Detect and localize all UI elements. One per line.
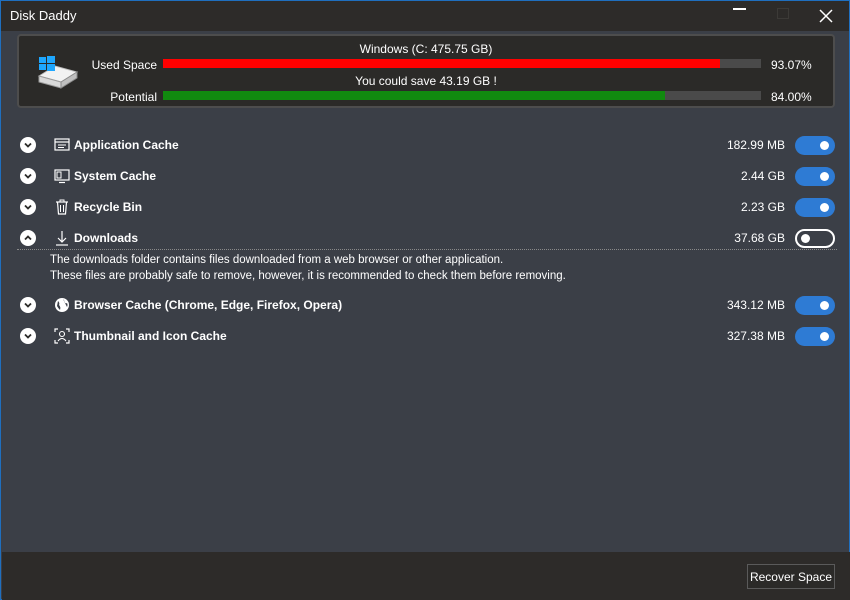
title-bar: Disk Daddy [1, 1, 849, 31]
maximize-button[interactable] [761, 1, 805, 31]
potential-fill [163, 91, 666, 100]
footer-bar: Recover Space [2, 552, 850, 600]
window-title: Disk Daddy [10, 8, 77, 23]
recycle-bin-icon [56, 199, 68, 215]
chevron-down-icon [24, 333, 32, 339]
category-toggle[interactable] [795, 136, 835, 155]
category-size: 2.23 GB [740, 200, 785, 214]
category-toggle[interactable] [795, 167, 835, 186]
expand-button[interactable] [20, 297, 36, 313]
collapse-button[interactable] [20, 230, 36, 246]
used-space-label: Used Space [91, 58, 157, 72]
drive-title: Windows (C: 475.75 GB) [359, 42, 493, 56]
category-row-recycle-bin: Recycle Bin 2.23 GB [17, 195, 837, 219]
chevron-down-icon [24, 204, 32, 210]
system-cache-icon [54, 169, 70, 184]
used-space-percent: 93.07% [771, 58, 812, 72]
minimize-button[interactable] [717, 1, 761, 31]
app-cache-icon [54, 138, 70, 151]
category-label: Application Cache [74, 138, 179, 152]
close-button[interactable] [804, 1, 848, 31]
chevron-down-icon [24, 302, 32, 308]
category-size: 182.99 MB [726, 138, 785, 152]
category-label: Recycle Bin [74, 200, 143, 214]
expand-button[interactable] [20, 137, 36, 153]
category-label: Browser Cache (Chrome, Edge, Firefox, Op… [74, 298, 343, 312]
globe-icon [55, 298, 69, 312]
download-icon [56, 231, 68, 246]
close-icon [819, 9, 833, 23]
category-description-line: The downloads folder contains files down… [50, 254, 504, 266]
category-size: 37.68 GB [734, 231, 785, 245]
thumbnail-icon [54, 328, 70, 344]
category-row-thumbnail-cache: Thumbnail and Icon Cache 327.38 MB [17, 324, 837, 348]
category-row-browser-cache: Browser Cache (Chrome, Edge, Firefox, Op… [17, 293, 837, 317]
chevron-up-icon [24, 235, 32, 241]
category-label: Thumbnail and Icon Cache [74, 329, 227, 343]
app-window: Disk Daddy Windows (C: 475.75 GB) Used S… [0, 0, 850, 600]
potential-percent: 84.00% [771, 90, 812, 104]
category-toggle[interactable] [795, 296, 835, 315]
expand-button[interactable] [20, 328, 36, 344]
potential-label: Potential [110, 90, 157, 104]
category-toggle[interactable] [795, 198, 835, 217]
used-space-bar [163, 59, 761, 68]
chevron-down-icon [24, 173, 32, 179]
maximize-icon [777, 7, 789, 19]
category-toggle[interactable] [795, 229, 835, 248]
drive-summary-panel: Windows (C: 475.75 GB) Used Space 93.07%… [17, 34, 835, 108]
recover-space-button[interactable]: Recover Space [747, 564, 835, 589]
category-size: 343.12 MB [726, 298, 785, 312]
category-size: 327.38 MB [726, 329, 785, 343]
chevron-down-icon [24, 142, 32, 148]
category-row-downloads: Downloads 37.68 GB [17, 226, 837, 250]
minimize-icon [732, 8, 746, 10]
expand-button[interactable] [20, 168, 36, 184]
category-size: 2.44 GB [740, 169, 785, 183]
category-row-application-cache: Application Cache 182.99 MB [17, 133, 837, 157]
expand-button[interactable] [20, 199, 36, 215]
potential-bar [163, 91, 761, 100]
save-estimate: You could save 43.19 GB ! [355, 74, 497, 88]
used-space-fill [163, 59, 720, 68]
category-label: Downloads [74, 231, 139, 245]
category-label: System Cache [74, 169, 157, 183]
category-row-system-cache: System Cache 2.44 GB [17, 164, 837, 188]
category-description-line: These files are probably safe to remove,… [50, 270, 566, 282]
category-toggle[interactable] [795, 327, 835, 346]
